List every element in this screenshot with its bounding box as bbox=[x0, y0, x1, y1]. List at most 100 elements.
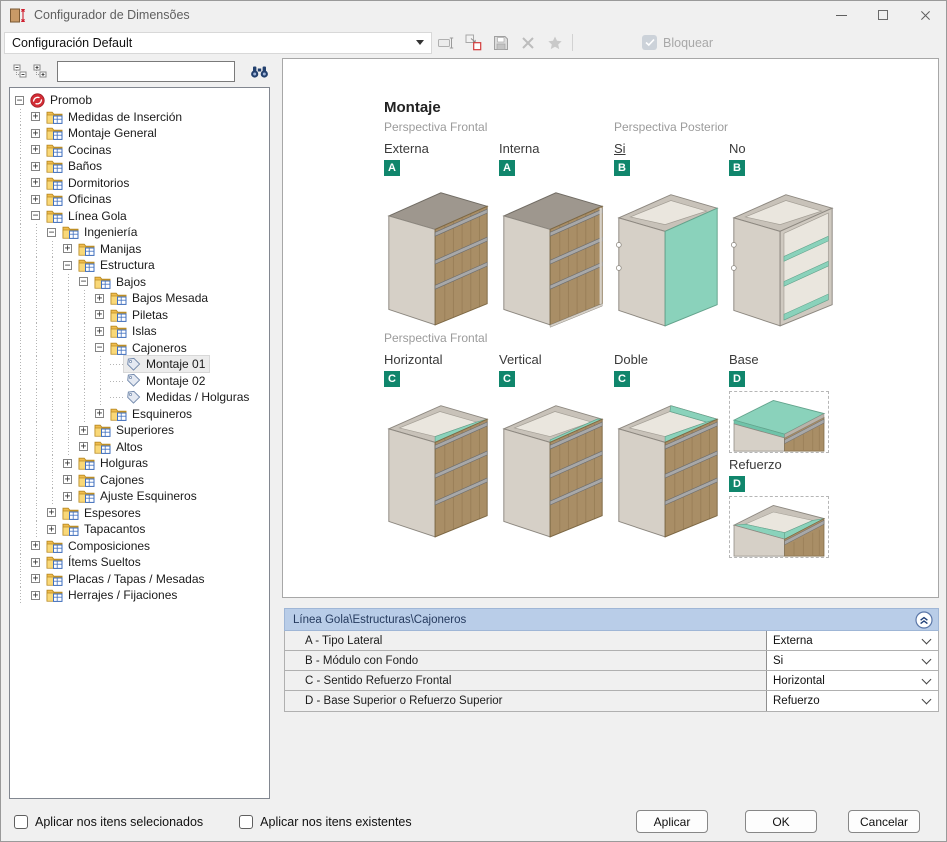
cancel-button[interactable]: Cancelar bbox=[848, 810, 920, 833]
tree-item-espesores[interactable]: + Espesores bbox=[13, 505, 269, 522]
expand-node-toggle[interactable]: + bbox=[47, 525, 56, 534]
property-value-select[interactable]: Horizontal bbox=[766, 671, 938, 690]
tree-node[interactable]: Herrajes / Fijaciones bbox=[44, 587, 181, 603]
tree-node[interactable]: Montaje 01 bbox=[124, 356, 209, 372]
tree-item-piletas[interactable]: + Piletas bbox=[13, 307, 269, 324]
tree-item-medidas-holguras[interactable]: Medidas / Holguras bbox=[13, 389, 269, 406]
tree-node[interactable]: Promob bbox=[28, 92, 96, 108]
expand-node-toggle[interactable]: + bbox=[63, 475, 72, 484]
tree-node[interactable]: Dormitorios bbox=[44, 175, 133, 191]
config-selector[interactable]: Configuración Default bbox=[4, 32, 432, 54]
tree-node[interactable]: Holguras bbox=[76, 455, 152, 471]
expand-node-toggle[interactable]: + bbox=[31, 178, 40, 187]
tree-node[interactable]: Medidas de Inserción bbox=[44, 109, 186, 125]
tree-item-bajos-mesada[interactable]: + Bajos Mesada bbox=[13, 290, 269, 307]
tree-node[interactable]: Manijas bbox=[76, 241, 145, 257]
collapse-node-toggle[interactable]: − bbox=[63, 261, 72, 270]
tree-item-cajoneros[interactable]: −Cajoneros bbox=[13, 340, 269, 357]
collapse-node-toggle[interactable]: − bbox=[95, 343, 104, 352]
tree-item-montaje-02[interactable]: Montaje 02 bbox=[13, 373, 269, 390]
collapse-all-button[interactable] bbox=[12, 63, 29, 80]
expand-node-toggle[interactable]: + bbox=[31, 129, 40, 138]
tree-item-placas-tapas-mesadas[interactable]: + Placas / Tapas / Mesadas bbox=[13, 571, 269, 588]
collapse-node-toggle[interactable]: − bbox=[15, 96, 24, 105]
maximize-button[interactable] bbox=[862, 1, 904, 29]
ok-button[interactable]: OK bbox=[745, 810, 817, 833]
expand-node-toggle[interactable]: + bbox=[31, 591, 40, 600]
bloquear-checkbox[interactable]: Bloquear bbox=[642, 35, 713, 50]
apply-selected-items-checkbox[interactable]: Aplicar nos itens selecionados bbox=[14, 815, 203, 829]
tree-item-cocinas[interactable]: + Cocinas bbox=[13, 142, 269, 159]
tree-node[interactable]: Placas / Tapas / Mesadas bbox=[44, 571, 209, 587]
expand-node-toggle[interactable]: + bbox=[63, 244, 72, 253]
tree-item-bajos[interactable]: −Bajos bbox=[13, 274, 269, 291]
tree-item-montaje-general[interactable]: + Montaje General bbox=[13, 125, 269, 142]
tree-node[interactable]: Espesores bbox=[60, 505, 145, 521]
tree-item-l-nea-gola[interactable]: −Línea Gola bbox=[13, 208, 269, 225]
tree-node[interactable]: Ingeniería bbox=[60, 224, 141, 240]
tree-item-composiciones[interactable]: + Composiciones bbox=[13, 538, 269, 555]
tree-node[interactable]: Bajos bbox=[92, 274, 150, 290]
tree-node[interactable]: Superiores bbox=[92, 422, 178, 438]
delete-config-button[interactable] bbox=[515, 32, 540, 54]
tree-node[interactable]: Montaje General bbox=[44, 125, 161, 141]
tree-node[interactable]: Línea Gola bbox=[44, 208, 131, 224]
property-value-select[interactable]: Refuerzo bbox=[766, 691, 938, 711]
expand-node-toggle[interactable]: + bbox=[95, 294, 104, 303]
tree-item-tapacantos[interactable]: + Tapacantos bbox=[13, 521, 269, 538]
tree-item-esquineros[interactable]: +Esquineros bbox=[13, 406, 269, 423]
minimize-button[interactable] bbox=[820, 1, 862, 29]
expand-node-toggle[interactable]: + bbox=[79, 426, 88, 435]
expand-node-toggle[interactable]: + bbox=[31, 574, 40, 583]
collapse-node-toggle[interactable]: − bbox=[79, 277, 88, 286]
expand-node-toggle[interactable]: + bbox=[47, 508, 56, 517]
tree-node[interactable]: Piletas bbox=[108, 307, 172, 323]
tree-item-oficinas[interactable]: +Oficinas bbox=[13, 191, 269, 208]
save-config-button[interactable] bbox=[488, 32, 513, 54]
tree-item-superiores[interactable]: + Superiores bbox=[13, 422, 269, 439]
property-value-select[interactable]: Si bbox=[766, 651, 938, 670]
tree-node[interactable]: Cajoneros bbox=[108, 340, 191, 356]
tree-node[interactable]: Tapacantos bbox=[60, 521, 149, 537]
tree-item-ajuste-esquineros[interactable]: +Ajuste Esquineros bbox=[13, 488, 269, 505]
tree-item-ingenier-a[interactable]: −Ingeniería bbox=[13, 224, 269, 241]
collapse-node-toggle[interactable]: − bbox=[31, 211, 40, 220]
tree-node[interactable]: Montaje 02 bbox=[124, 373, 209, 389]
search-input[interactable] bbox=[57, 61, 236, 82]
tree-item-cajones[interactable]: + Cajones bbox=[13, 472, 269, 489]
tree-node[interactable]: Altos bbox=[92, 439, 147, 455]
expand-node-toggle[interactable]: + bbox=[95, 310, 104, 319]
tree-item-estructura[interactable]: −Estructura bbox=[13, 257, 269, 274]
apply-button[interactable]: Aplicar bbox=[636, 810, 708, 833]
tree-node[interactable]: Medidas / Holguras bbox=[124, 389, 253, 405]
tree-item-promob[interactable]: −Promob bbox=[13, 92, 269, 109]
expand-node-toggle[interactable]: + bbox=[31, 541, 40, 550]
tree-node[interactable]: Islas bbox=[108, 323, 161, 339]
tree-node[interactable]: Cajones bbox=[76, 472, 148, 488]
tree-node[interactable]: Oficinas bbox=[44, 191, 115, 207]
tree-item-altos[interactable]: + Altos bbox=[13, 439, 269, 456]
tree-node[interactable]: Composiciones bbox=[44, 538, 154, 554]
copy-config-button[interactable] bbox=[461, 32, 486, 54]
expand-node-toggle[interactable]: + bbox=[31, 145, 40, 154]
tree-node[interactable]: Esquineros bbox=[108, 406, 196, 422]
expand-node-toggle[interactable]: + bbox=[79, 442, 88, 451]
find-button[interactable] bbox=[248, 62, 270, 80]
tree-node[interactable]: Bajos Mesada bbox=[108, 290, 212, 306]
tree-item-medidas-de-inserci-n[interactable]: + Medidas de Inserción bbox=[13, 109, 269, 126]
close-button[interactable] bbox=[904, 1, 946, 29]
expand-node-toggle[interactable]: + bbox=[31, 112, 40, 121]
tree-item-herrajes-fijaciones[interactable]: + Herrajes / Fijaciones bbox=[13, 587, 269, 604]
tree-item-montaje-01[interactable]: Montaje 01 bbox=[13, 356, 269, 373]
tree-node[interactable]: Cocinas bbox=[44, 142, 115, 158]
tree-item-ba-os[interactable]: +Baños bbox=[13, 158, 269, 175]
tree-item-tems-sueltos[interactable]: +Ítems Sueltos bbox=[13, 554, 269, 571]
expand-node-toggle[interactable]: + bbox=[95, 327, 104, 336]
tree-node[interactable]: Baños bbox=[44, 158, 106, 174]
tree-item-manijas[interactable]: + Manijas bbox=[13, 241, 269, 258]
expand-all-button[interactable] bbox=[32, 63, 49, 80]
favorite-config-button[interactable] bbox=[542, 32, 567, 54]
tree-node[interactable]: Ajuste Esquineros bbox=[76, 488, 201, 504]
property-value-select[interactable]: Externa bbox=[766, 631, 938, 650]
tree-node[interactable]: Ítems Sueltos bbox=[44, 554, 145, 570]
